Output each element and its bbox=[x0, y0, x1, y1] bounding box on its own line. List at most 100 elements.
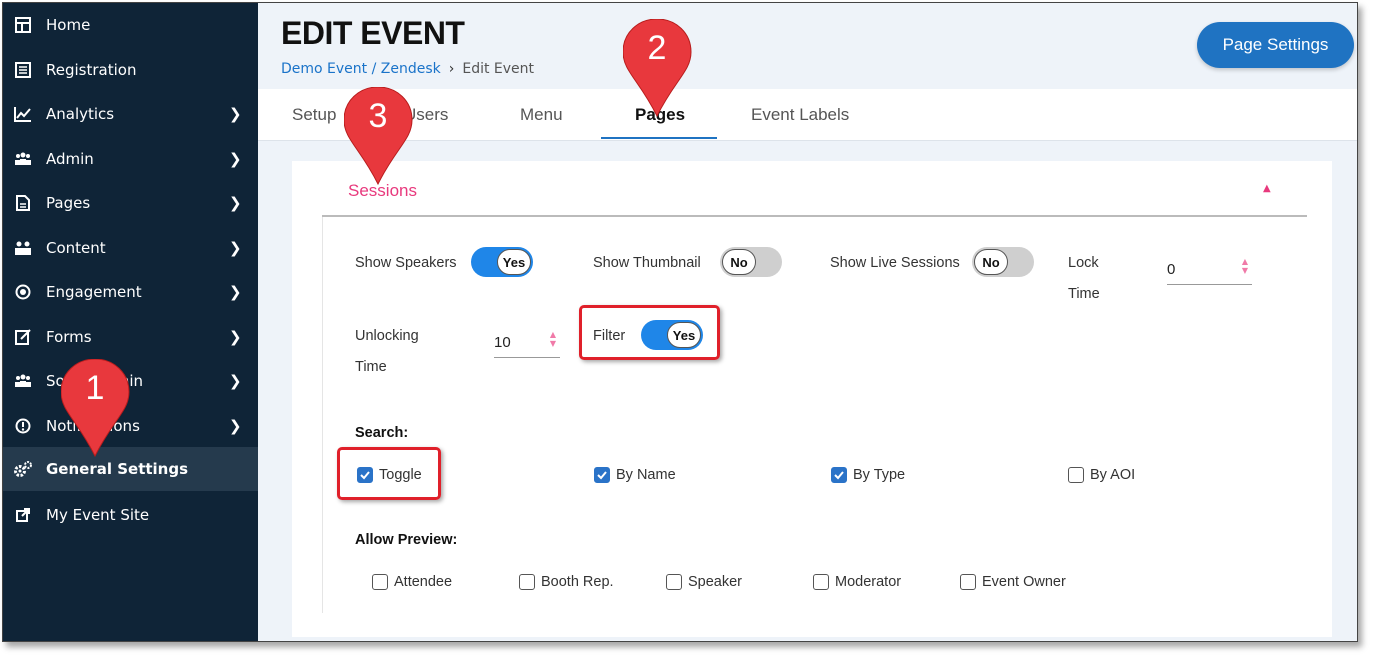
collapse-triangle-icon[interactable]: ▲ bbox=[1263, 183, 1271, 194]
search-by-name-checkbox[interactable]: By Name bbox=[594, 467, 676, 483]
chevron-right-icon: ❯ bbox=[229, 328, 242, 346]
section-title: Sessions bbox=[348, 181, 417, 200]
sessions-section-header[interactable]: Sessions ▲ bbox=[322, 161, 1307, 217]
checkbox-empty-icon bbox=[1068, 467, 1084, 483]
chevron-right-icon: ❯ bbox=[229, 417, 242, 435]
chevron-right-icon: ❯ bbox=[229, 372, 242, 390]
sidebar-item-label: General Settings bbox=[46, 460, 189, 478]
unlocking-time-value: 10 bbox=[494, 334, 511, 351]
sidebar-item-pages[interactable]: Pages ❯ bbox=[3, 181, 258, 225]
sidebar-item-analytics[interactable]: Analytics ❯ bbox=[3, 92, 258, 136]
sidebar-item-label: Pages bbox=[46, 194, 91, 212]
sidebar-item-content[interactable]: Content ❯ bbox=[3, 226, 258, 270]
sidebar-item-label: Forms bbox=[46, 328, 92, 346]
show-speakers-toggle[interactable]: Yes bbox=[471, 247, 533, 277]
divider bbox=[322, 217, 323, 613]
checkbox-label: Event Owner bbox=[982, 574, 1066, 590]
tab-event-labels[interactable]: Event Labels bbox=[751, 105, 849, 125]
target-icon bbox=[13, 282, 33, 302]
sidebar-item-home[interactable]: Home bbox=[3, 3, 258, 47]
checkbox-label: Toggle bbox=[379, 467, 422, 483]
checkbox-label: Booth Rep. bbox=[541, 574, 614, 590]
checkbox-empty-icon bbox=[813, 574, 829, 590]
toggle-knob: Yes bbox=[497, 249, 531, 275]
app-window: Home Registration Analytics ❯ Admin ❯ Pa… bbox=[2, 2, 1358, 642]
sidebar-item-registration[interactable]: Registration bbox=[3, 48, 258, 92]
page-title: EDIT EVENT bbox=[281, 15, 465, 51]
tab-menu[interactable]: Menu bbox=[520, 105, 563, 125]
sidebar-item-label: Admin bbox=[46, 150, 94, 168]
toggle-knob: Yes bbox=[667, 322, 701, 348]
chevron-right-icon: ❯ bbox=[229, 194, 242, 212]
chevron-right-icon: ❯ bbox=[229, 239, 242, 257]
sidebar-item-forms[interactable]: Forms ❯ bbox=[3, 315, 258, 359]
checkbox-label: Attendee bbox=[394, 574, 453, 590]
show-thumbnail-toggle[interactable]: No bbox=[720, 247, 782, 277]
page-icon bbox=[13, 193, 33, 213]
lock-time-value: 0 bbox=[1167, 261, 1176, 278]
checkbox-label: Speaker bbox=[688, 574, 743, 590]
number-spinner-icon[interactable]: ▲ ▼ bbox=[550, 330, 556, 348]
alert-icon bbox=[13, 416, 33, 436]
preview-attendee-checkbox[interactable]: Attendee bbox=[372, 574, 452, 590]
chevron-right-icon: ❯ bbox=[229, 283, 242, 301]
number-spinner-icon[interactable]: ▲ ▼ bbox=[1242, 257, 1248, 275]
sidebar-item-label: Home bbox=[46, 16, 91, 34]
checkbox-empty-icon bbox=[519, 574, 535, 590]
form-edit-icon bbox=[13, 327, 33, 347]
unlocking-time-input[interactable]: 10 ▲ ▼ bbox=[494, 324, 560, 358]
checkbox-label: By AOI bbox=[1090, 467, 1136, 483]
checkbox-checked-icon bbox=[594, 467, 610, 483]
show-live-sessions-toggle[interactable]: No bbox=[972, 247, 1034, 277]
preview-booth-rep-checkbox[interactable]: Booth Rep. bbox=[519, 574, 614, 590]
social-users-icon bbox=[13, 371, 33, 391]
search-by-type-checkbox[interactable]: By Type bbox=[831, 467, 905, 483]
tab-setup[interactable]: Setup bbox=[292, 105, 336, 125]
sidebar-item-label: Engagement bbox=[46, 283, 142, 301]
people-icon bbox=[13, 238, 33, 258]
chevron-right-icon: ❯ bbox=[229, 150, 242, 168]
breadcrumb-separator: › bbox=[448, 61, 455, 77]
checkbox-checked-icon bbox=[357, 467, 373, 483]
toggle-knob: No bbox=[722, 249, 756, 275]
show-thumbnail-label: Show Thumbnail bbox=[593, 255, 701, 271]
search-toggle-checkbox[interactable]: Toggle bbox=[357, 467, 422, 483]
checkbox-label: By Name bbox=[616, 467, 676, 483]
sidebar-item-my-event-site[interactable]: My Event Site bbox=[3, 493, 258, 537]
show-live-sessions-label: Show Live Sessions bbox=[830, 255, 960, 271]
page-settings-button[interactable]: Page Settings bbox=[1197, 22, 1354, 68]
tab-users[interactable]: Users bbox=[404, 105, 448, 125]
registration-icon bbox=[13, 60, 33, 80]
tab-bar: Setup Users Menu Pages Event Labels bbox=[258, 89, 1357, 141]
active-tab-indicator bbox=[601, 137, 717, 139]
filter-label: Filter bbox=[593, 328, 626, 344]
sidebar-item-engagement[interactable]: Engagement ❯ bbox=[3, 270, 258, 314]
sidebar: Home Registration Analytics ❯ Admin ❯ Pa… bbox=[3, 3, 258, 641]
preview-speaker-checkbox[interactable]: Speaker bbox=[666, 574, 742, 590]
breadcrumb-link-event[interactable]: Demo Event / Zendesk bbox=[281, 61, 441, 77]
preview-event-owner-checkbox[interactable]: Event Owner bbox=[960, 574, 1066, 590]
sidebar-item-label: My Event Site bbox=[46, 506, 150, 524]
search-by-aoi-checkbox[interactable]: By AOI bbox=[1068, 467, 1135, 483]
sidebar-item-social-admin[interactable]: Social Admin ❯ bbox=[3, 359, 258, 403]
sidebar-item-general-settings[interactable]: General Settings bbox=[3, 447, 258, 491]
sidebar-item-notifications[interactable]: Notifications ❯ bbox=[3, 404, 258, 448]
breadcrumb: Demo Event / Zendesk › Edit Event bbox=[281, 61, 534, 77]
page-header: EDIT EVENT Demo Event / Zendesk › Edit Eve… bbox=[258, 3, 1357, 89]
users-icon bbox=[13, 149, 33, 169]
show-speakers-label: Show Speakers bbox=[355, 255, 457, 271]
sidebar-item-label: Notifications bbox=[46, 417, 140, 435]
sidebar-item-admin[interactable]: Admin ❯ bbox=[3, 137, 258, 181]
lock-time-input[interactable]: 0 ▲ ▼ bbox=[1167, 251, 1252, 285]
filter-toggle[interactable]: Yes bbox=[641, 320, 703, 350]
sidebar-item-label: Analytics bbox=[46, 105, 115, 123]
tab-pages[interactable]: Pages bbox=[635, 105, 685, 125]
checkbox-empty-icon bbox=[960, 574, 976, 590]
gears-icon bbox=[13, 459, 33, 479]
checkbox-label: Moderator bbox=[835, 574, 902, 590]
checkbox-empty-icon bbox=[666, 574, 682, 590]
toggle-knob: No bbox=[974, 249, 1008, 275]
preview-moderator-checkbox[interactable]: Moderator bbox=[813, 574, 901, 590]
breadcrumb-current: Edit Event bbox=[462, 61, 535, 77]
checkbox-empty-icon bbox=[372, 574, 388, 590]
